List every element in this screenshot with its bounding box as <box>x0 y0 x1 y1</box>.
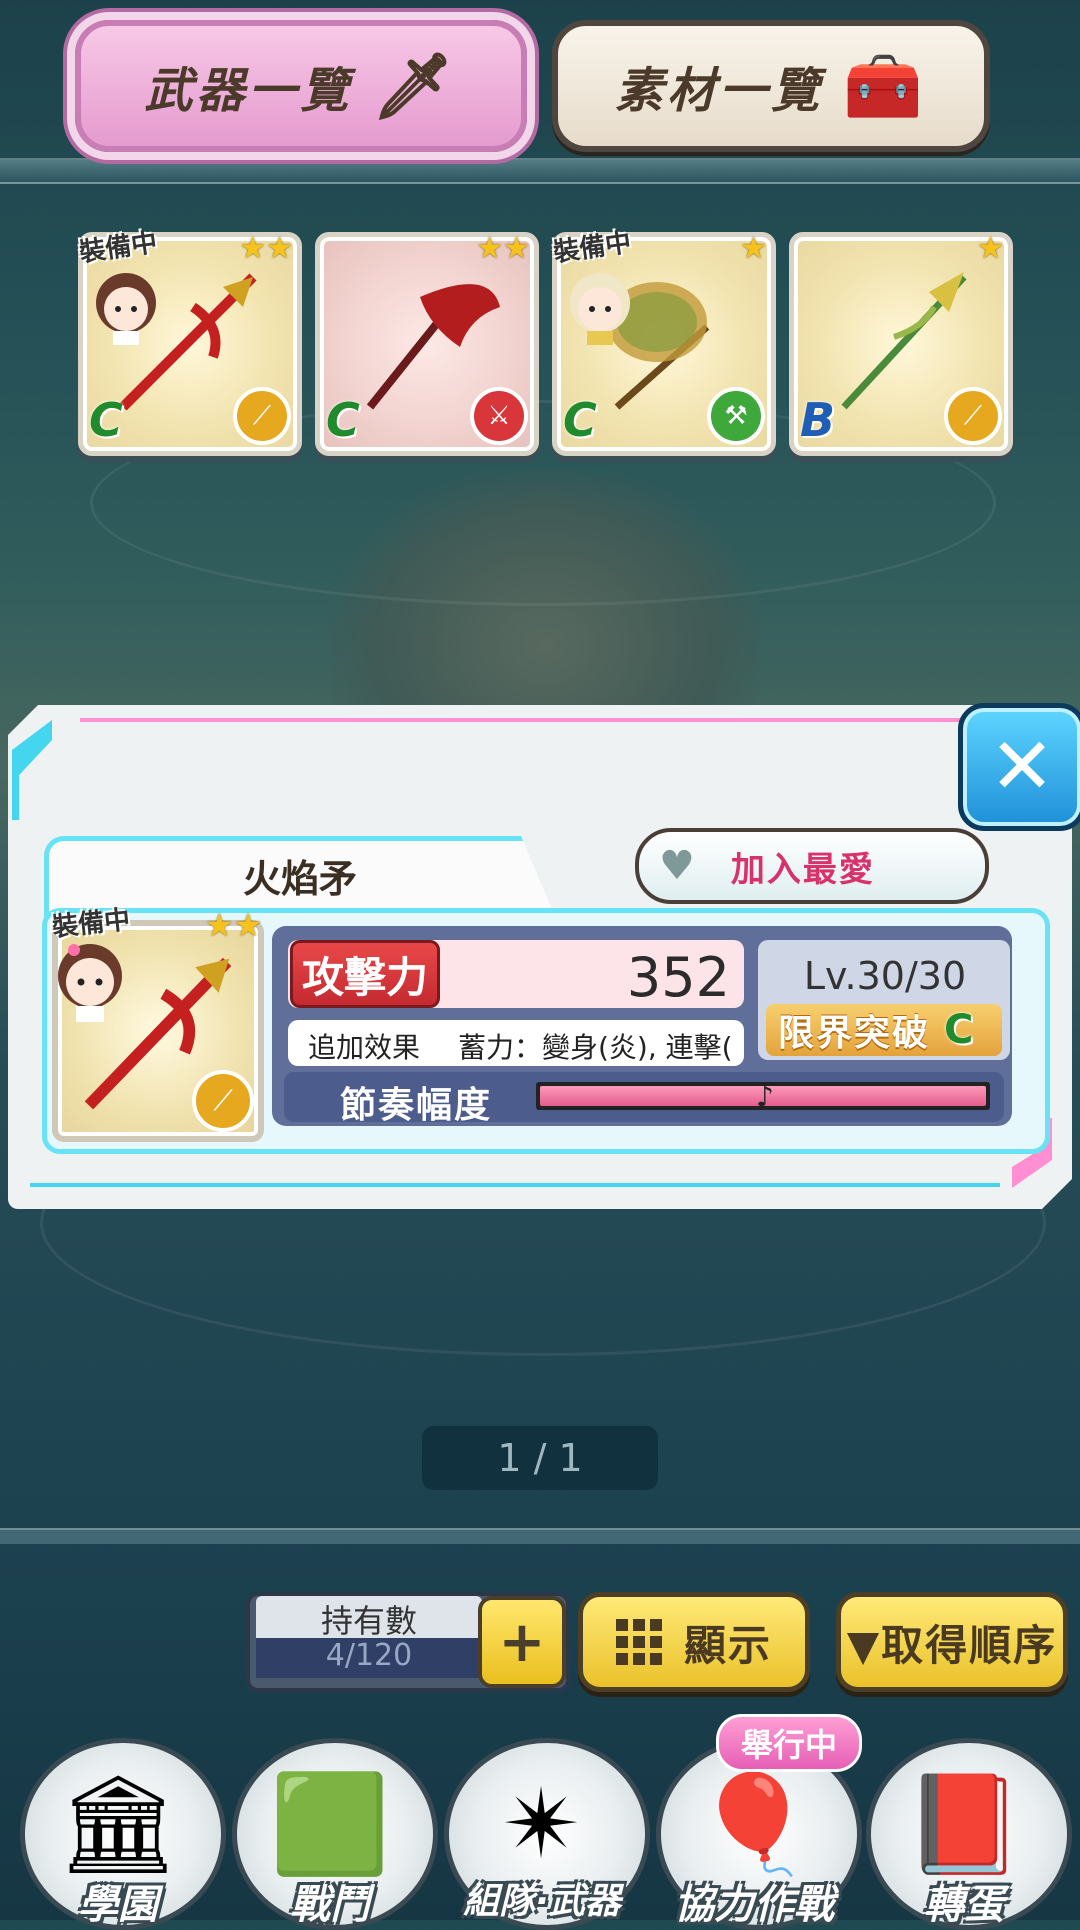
music-note-icon: ♪ <box>756 1080 774 1113</box>
nav-coop-battle-label: 協力作戰 <box>674 1882 834 1928</box>
tab-material-list[interactable]: 素材一覽 🧰 <box>552 20 990 152</box>
chibi-character-icon <box>58 944 122 1022</box>
weapon-card-4[interactable]: ★ B ⟋ <box>789 231 1013 456</box>
rank-badge: C <box>89 393 123 447</box>
nav-gacha-label: 轉蛋 <box>924 1882 1004 1928</box>
close-button[interactable]: ✕ <box>958 703 1080 831</box>
owned-count-label: 持有數 <box>256 1596 482 1640</box>
star-rating: ★★ <box>205 906 263 944</box>
extra-effect-text: 蓄力：變身(炎), 連擊( <box>458 1031 733 1064</box>
sort-button[interactable]: ▼取得順序 <box>836 1592 1068 1692</box>
popup-accent-line <box>80 718 960 722</box>
star-rating: ★★ <box>476 231 530 266</box>
chibi-character-icon <box>570 273 630 345</box>
rank-badge: C <box>944 1007 974 1053</box>
level-text: Lv.30/30 <box>803 954 967 998</box>
popup-accent-line <box>30 1183 1000 1187</box>
expand-capacity-button[interactable]: + <box>478 1596 566 1688</box>
heart-icon: ♥ <box>659 843 695 889</box>
rank-badge: C <box>563 393 597 447</box>
add-favorite-button[interactable]: ♥ 加入最愛 <box>635 828 989 904</box>
attack-value: 352 <box>626 946 730 1009</box>
controls-divider <box>0 1528 1080 1544</box>
rhythm-label: 節奏幅度 <box>340 1085 493 1126</box>
spear-icon: ⟋ <box>233 387 291 445</box>
weapon-name: 火焰矛 <box>242 857 357 901</box>
star-rating: ★ <box>977 231 1004 266</box>
spear-icon: ⟋ <box>192 1070 254 1132</box>
attack-label: 攻擊力 <box>290 940 440 1008</box>
nav-party-weapon-label: 組隊·武器 <box>463 1881 621 1922</box>
rank-badge: C <box>326 393 360 447</box>
extra-effect-label: 追加效果 <box>308 1031 421 1064</box>
nav-school-label: 學園 <box>78 1882 158 1928</box>
weapon-card-2[interactable]: ★★ C ⚔ <box>315 231 539 456</box>
page-indicator: 1 / 1 <box>422 1426 658 1490</box>
grid-icon <box>615 1619 662 1665</box>
tab-weapon-list[interactable]: 武器一覽 🗡 <box>75 20 527 152</box>
sword-icon: ⚔ <box>470 387 528 445</box>
treasure-chest-icon: 🧰 <box>843 49 927 124</box>
blackboard-icon: 🟩 <box>270 1768 390 1880</box>
tab-weapon-list-label: 武器一覽 <box>144 63 353 119</box>
compass-star-icon: ✴ <box>501 1768 583 1880</box>
add-favorite-label: 加入最愛 <box>730 849 875 890</box>
limit-break-button[interactable]: 限界突破 C <box>766 1004 1002 1056</box>
balloons-icon: 🎈 <box>694 1768 814 1880</box>
sword-icon: 🗡 <box>372 49 458 124</box>
sort-label: ▼取得順序 <box>846 1620 1058 1670</box>
gacha-ticket-icon: 📕 <box>904 1768 1024 1880</box>
extra-effect-row: 追加效果 蓄力：變身(炎), 連擊( <box>288 1020 744 1066</box>
plus-icon: + <box>498 1609 546 1675</box>
rank-badge: B <box>800 393 836 447</box>
weapon-card-3[interactable]: 裝備中 ★ C ⚒ <box>552 228 776 456</box>
event-active-badge: 舉行中 <box>716 1714 862 1772</box>
tab-material-list-label: 素材一覽 <box>615 63 824 119</box>
star-rating: ★ <box>740 231 767 266</box>
owned-count-value: 4/120 <box>256 1638 482 1678</box>
weapon-card-1[interactable]: 裝備中 ★★ C ⟋ <box>78 228 302 456</box>
school-building-icon: 🏛 <box>57 1768 179 1880</box>
star-rating: ★★ <box>239 231 293 266</box>
display-button[interactable]: 顯示 <box>578 1592 810 1692</box>
chibi-character-icon <box>96 273 156 345</box>
close-icon: ✕ <box>989 722 1055 812</box>
display-label: 顯示 <box>683 1620 772 1670</box>
nav-battle-label: 戰鬥 <box>290 1882 370 1928</box>
tab-bar-divider <box>0 158 1080 184</box>
limit-break-label: 限界突破 <box>778 1013 931 1054</box>
hammer-icon: ⚒ <box>707 387 765 445</box>
spear-icon: ⟋ <box>944 387 1002 445</box>
